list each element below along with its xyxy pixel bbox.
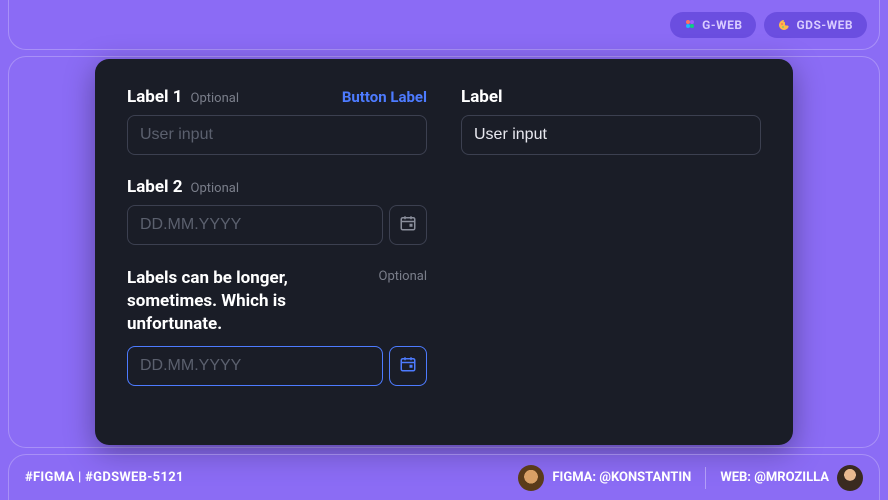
form-column-right: Label <box>461 87 761 419</box>
calendar-icon <box>399 214 417 236</box>
field-label-1: Label 1 Optional Button Label <box>127 87 427 155</box>
field-label: Label 1 <box>127 87 183 107</box>
pill-label: G-WEB <box>702 18 742 32</box>
date-input-field-3[interactable] <box>127 346 383 386</box>
date-input-field-2[interactable] <box>127 205 383 245</box>
label-row: Label <box>461 87 761 107</box>
footer-bar: #FIGMA | #GDSWEB-5121 FIGMA: @KONSTANTIN… <box>8 454 880 500</box>
main-region: Label 1 Optional Button Label Label 2 Op… <box>8 56 880 448</box>
top-header-strip: G-WEB GDS-WEB <box>8 0 880 50</box>
field-label: Label <box>461 87 503 107</box>
button-label-action[interactable]: Button Label <box>342 88 427 106</box>
pill-gds-web[interactable]: GDS-WEB <box>764 12 867 38</box>
calendar-button[interactable] <box>389 205 427 245</box>
user-input-field-right[interactable] <box>461 115 761 155</box>
form-column-left: Label 1 Optional Button Label Label 2 Op… <box>127 87 427 419</box>
field-optional: Optional <box>379 269 427 284</box>
credit-figma: FIGMA: @KONSTANTIN <box>518 465 691 491</box>
field-label: Label 2 <box>127 177 183 197</box>
field-optional: Optional <box>191 91 239 106</box>
avatar-konstantin <box>518 465 544 491</box>
pill-label: GDS-WEB <box>796 18 853 32</box>
pill-g-web[interactable]: G-WEB <box>670 12 756 38</box>
credit-text: FIGMA: @KONSTANTIN <box>552 470 691 485</box>
field-label-right: Label <box>461 87 761 155</box>
field-label: Labels can be longer, sometimes. Which i… <box>127 267 317 336</box>
footer-divider <box>705 467 706 489</box>
field-optional: Optional <box>191 181 239 196</box>
footer-credits: FIGMA: @KONSTANTIN WEB: @MROZILLA <box>518 465 863 491</box>
credit-text: WEB: @MROZILLA <box>720 470 829 485</box>
footer-tag: #FIGMA | #GDSWEB-5121 <box>25 470 184 485</box>
calendar-icon <box>399 355 417 377</box>
label-row: Label 1 Optional Button Label <box>127 87 427 107</box>
form-card: Label 1 Optional Button Label Label 2 Op… <box>95 59 793 445</box>
credit-web: WEB: @MROZILLA <box>720 465 863 491</box>
palette-icon <box>778 19 790 31</box>
user-input-field-1[interactable] <box>127 115 427 155</box>
figma-color-icon <box>684 19 696 31</box>
field-label-long: Labels can be longer, sometimes. Which i… <box>127 267 427 386</box>
avatar-mrozilla <box>837 465 863 491</box>
calendar-button-active[interactable] <box>389 346 427 386</box>
label-row: Labels can be longer, sometimes. Which i… <box>127 267 427 336</box>
field-label-2: Label 2 Optional <box>127 177 427 245</box>
label-row: Label 2 Optional <box>127 177 427 197</box>
